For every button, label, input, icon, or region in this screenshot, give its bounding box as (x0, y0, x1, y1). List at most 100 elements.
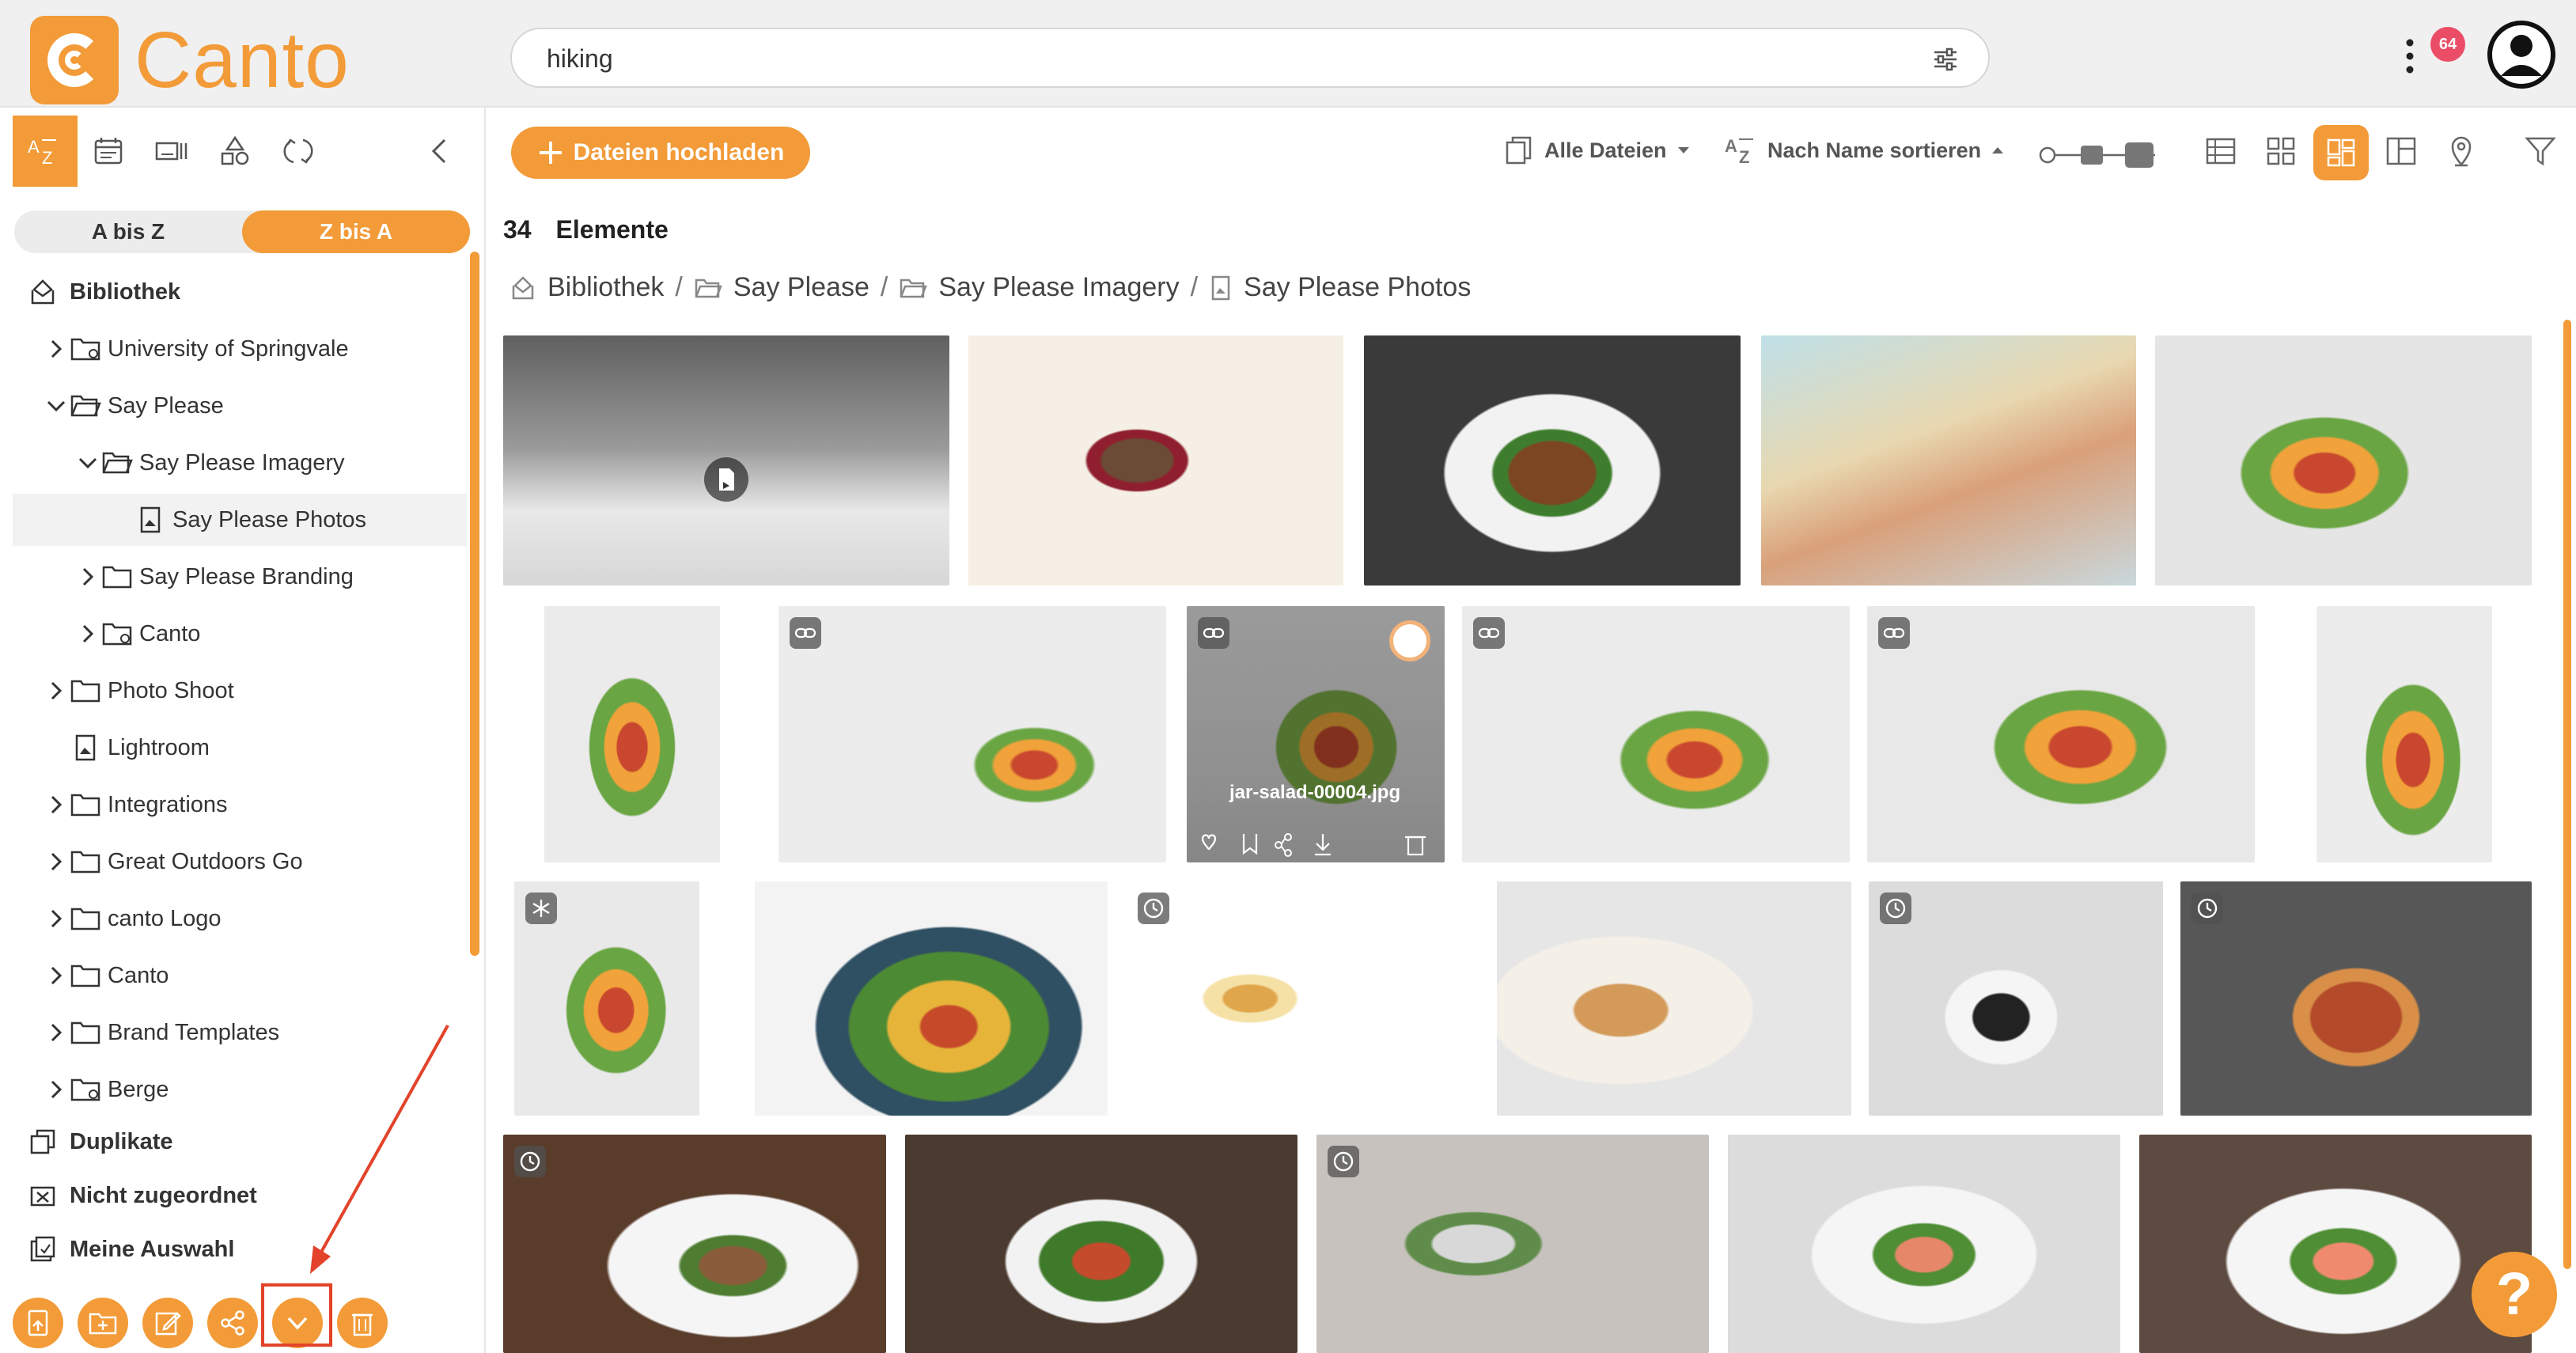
chevron-right-icon[interactable] (43, 1019, 70, 1046)
search-bar[interactable]: hiking (510, 28, 1990, 88)
chevron-down-icon[interactable] (43, 392, 70, 419)
more-menu-icon[interactable] (2405, 36, 2415, 76)
asset-tile[interactable] (503, 1135, 886, 1353)
share-icon[interactable] (1275, 833, 1292, 857)
new-folder-icon[interactable] (78, 1298, 128, 1348)
sync-icon[interactable] (266, 116, 331, 187)
sort-a-to-z-button[interactable]: A bis Z (14, 210, 242, 253)
my-selection-icon (27, 1236, 59, 1263)
download-icon[interactable] (1315, 834, 1331, 856)
tree-item-berge[interactable]: Berge (13, 1063, 467, 1116)
tree-item-university-of-springvale[interactable]: University of Springvale (13, 323, 467, 375)
help-button[interactable]: ? (2472, 1252, 2557, 1337)
sort-z-to-a-button[interactable]: Z bis A (242, 210, 470, 253)
asset-tile[interactable] (2317, 606, 2492, 862)
notification-badge[interactable]: 64 (2430, 27, 2465, 62)
share-icon[interactable] (207, 1298, 258, 1348)
asset-tile[interactable] (1127, 881, 1479, 1116)
breadcrumb-item-say-please-imagery[interactable]: Say Please Imagery (938, 272, 1179, 303)
sort-dropdown[interactable]: AZ Nach Name sortieren (1723, 135, 2005, 166)
canto-logo[interactable]: Canto (30, 16, 350, 104)
tree-item-duplikate[interactable]: Duplikate (13, 1116, 467, 1168)
asset-tile[interactable] (1761, 335, 2136, 586)
asset-tile[interactable] (1867, 606, 2255, 862)
sort-az-icon[interactable]: AZ (13, 116, 78, 187)
heart-plus-icon[interactable] (1201, 834, 1217, 851)
chevron-right-icon[interactable] (43, 962, 70, 989)
shapes-icon[interactable] (203, 116, 267, 187)
trash-icon[interactable] (337, 1298, 388, 1348)
chevron-right-icon[interactable] (74, 563, 101, 590)
folder-open-icon (695, 279, 722, 298)
chevron-right-icon[interactable] (43, 1076, 70, 1103)
chevron-right-icon[interactable] (43, 335, 70, 362)
asset-tile[interactable] (1869, 881, 2163, 1116)
tree-item-brand-templates[interactable]: Brand Templates (13, 1006, 467, 1059)
asset-tile[interactable] (755, 881, 1108, 1116)
tree-item-integrations[interactable]: Integrations (13, 779, 467, 831)
upload-to-folder-icon[interactable] (13, 1298, 63, 1348)
trash-icon[interactable] (1405, 836, 1426, 856)
grid-view-icon[interactable] (2261, 131, 2301, 171)
tree-item-bibliothek[interactable]: Bibliothek (13, 266, 467, 318)
filmstrip-icon[interactable] (139, 116, 204, 187)
masonry-view-icon[interactable] (2313, 125, 2369, 180)
breadcrumb-item-say-please-photos[interactable]: Say Please Photos (1244, 272, 1471, 303)
tree-item-lightroom[interactable]: Lightroom (13, 722, 467, 774)
asset-tile[interactable] (1364, 335, 1741, 586)
tree-item-canto[interactable]: Canto (13, 949, 467, 1002)
tree-item-say-please-imagery[interactable]: Say Please Imagery (13, 437, 467, 489)
tree-item-meine-auswahl[interactable]: Meine Auswahl (13, 1223, 467, 1275)
asset-tile[interactable] (778, 606, 1166, 862)
tree-item-say-please-branding[interactable]: Say Please Branding (13, 551, 467, 603)
collapse-panel-icon[interactable] (407, 116, 472, 187)
asset-tile[interactable] (2180, 881, 2532, 1116)
tree-item-label: Brand Templates (108, 1019, 280, 1045)
chevron-right-icon[interactable] (43, 848, 70, 875)
chevron-right-icon[interactable] (43, 677, 70, 704)
tree-item-nicht-zugeordnet[interactable]: Nicht zugeordnet (13, 1169, 467, 1222)
asset-tile[interactable] (1497, 881, 1851, 1116)
breadcrumb-item-say-please[interactable]: Say Please (733, 272, 869, 303)
upload-files-button[interactable]: Dateien hochladen (511, 127, 810, 179)
file-type-filter[interactable]: Alle Dateien (1503, 135, 1691, 166)
tree-item-great-outdoors-go[interactable]: Great Outdoors Go (13, 836, 467, 888)
asset-tile[interactable] (968, 335, 1343, 586)
tree-item-label: Say Please (108, 392, 224, 419)
asset-tile[interactable] (2155, 335, 2532, 586)
asset-tile[interactable] (514, 881, 699, 1116)
tree-item-say-please[interactable]: Say Please (13, 380, 467, 432)
chevron-right-icon[interactable] (43, 791, 70, 818)
chevron-right-icon[interactable] (43, 905, 70, 932)
main-scrollbar[interactable] (2563, 320, 2571, 1269)
split-view-icon[interactable] (2381, 131, 2421, 171)
asset-tile-hovered[interactable]: jar-salad-00004.jpg (1187, 606, 1445, 862)
asset-tile[interactable] (1316, 1135, 1709, 1353)
user-avatar-icon[interactable] (2486, 19, 2557, 90)
asset-tile[interactable] (503, 335, 949, 586)
filter-funnel-icon[interactable] (2521, 131, 2560, 171)
map-pin-icon[interactable] (2442, 131, 2481, 171)
left-panel-scrollbar[interactable] (470, 252, 479, 956)
tree-item-photo-shoot[interactable]: Photo Shoot (13, 665, 467, 717)
asset-tile[interactable] (1462, 606, 1850, 862)
bookmark-plus-icon[interactable] (1242, 834, 1258, 855)
tree-item-say-please-photos[interactable]: Say Please Photos (13, 494, 467, 546)
list-view-icon[interactable] (2201, 131, 2241, 171)
chevron-right-icon[interactable] (74, 620, 101, 647)
folder-icon (101, 563, 133, 590)
select-checkbox[interactable] (1389, 620, 1430, 661)
breadcrumb-item-bibliothek[interactable]: Bibliothek (547, 272, 664, 303)
search-input[interactable]: hiking (547, 44, 613, 74)
asset-tile[interactable] (2139, 1135, 2532, 1353)
tree-item-canto[interactable]: Canto (13, 608, 467, 660)
calendar-icon[interactable] (76, 116, 141, 187)
chevron-down-icon[interactable] (74, 449, 101, 476)
asset-tile[interactable] (544, 606, 720, 862)
thumbnail-size-slider[interactable] (2036, 139, 2163, 171)
edit-icon[interactable] (142, 1298, 193, 1348)
tree-item-canto-logo[interactable]: canto Logo (13, 893, 467, 945)
search-filter-icon[interactable] (1931, 45, 1960, 74)
asset-tile[interactable] (905, 1135, 1297, 1353)
asset-tile[interactable] (1728, 1135, 2120, 1353)
